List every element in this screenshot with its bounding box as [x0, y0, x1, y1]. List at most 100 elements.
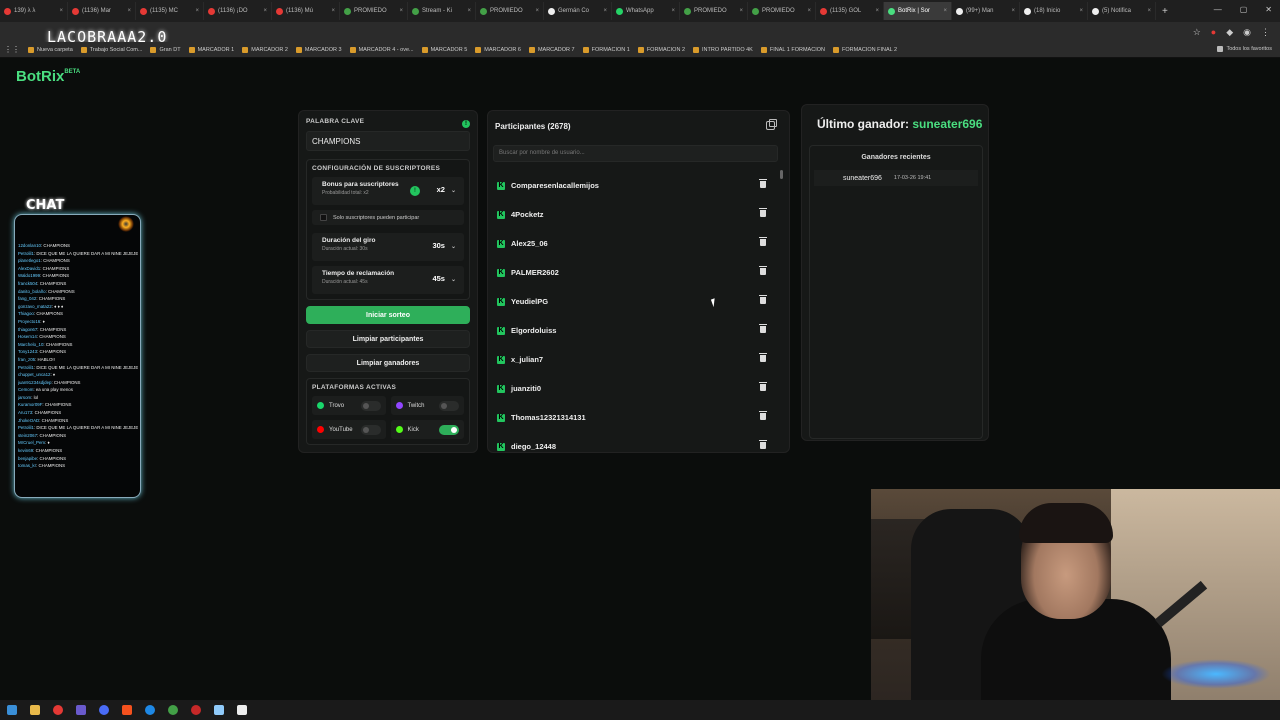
extension-icon[interactable]: ◆ [1226, 27, 1233, 38]
trash-icon[interactable] [759, 208, 767, 217]
app-icon[interactable] [99, 705, 109, 715]
bookmark-item[interactable]: Trabajo Social Com... [80, 46, 142, 53]
app-icon[interactable] [214, 705, 224, 715]
close-icon[interactable]: × [263, 8, 267, 14]
close-icon[interactable]: × [739, 8, 743, 14]
browser-tab[interactable]: WhatsApp × [612, 2, 680, 20]
subs-only-checkbox[interactable] [320, 214, 327, 221]
browser-tab[interactable]: Stream - Ki × [408, 2, 476, 20]
app-icon[interactable] [145, 705, 155, 715]
close-icon[interactable]: × [603, 8, 607, 14]
trash-icon[interactable] [759, 353, 767, 362]
platform-toggle[interactable] [360, 424, 381, 435]
bookmark-item[interactable]: FORMACION 1 [582, 46, 630, 53]
chrome-icon[interactable] [53, 705, 63, 715]
trash-icon[interactable] [759, 382, 767, 391]
close-icon[interactable]: × [1147, 8, 1151, 14]
bookmark-item[interactable]: MARCADOR 1 [188, 46, 234, 53]
bookmark-item[interactable]: FORMACION 2 [637, 46, 685, 53]
browser-tab[interactable]: (1136) Mú × [272, 2, 340, 20]
info-icon[interactable]: ! [410, 186, 420, 196]
close-window-icon[interactable]: ✕ [1265, 5, 1272, 14]
start-raffle-button[interactable]: Iniciar sorteo [306, 306, 470, 324]
trash-icon[interactable] [759, 237, 767, 246]
trash-icon[interactable] [759, 266, 767, 275]
info-icon[interactable]: ! [462, 120, 470, 128]
new-tab-button[interactable]: + [1156, 6, 1174, 17]
trash-icon[interactable] [759, 324, 767, 333]
record-icon[interactable]: ● [1211, 27, 1216, 38]
close-icon[interactable]: × [399, 8, 403, 14]
botrix-logo[interactable]: BotRixBETA [16, 68, 80, 85]
close-icon[interactable]: × [807, 8, 811, 14]
browser-tab[interactable]: (99+) Man × [952, 2, 1020, 20]
close-icon[interactable]: × [1011, 8, 1015, 14]
star-icon[interactable]: ☆ [1193, 27, 1201, 38]
clear-participants-button[interactable]: Limpiar participantes [306, 330, 470, 348]
bookmark-item[interactable]: MARCADOR 6 [475, 46, 521, 53]
bookmark-item[interactable]: MARCADOR 2 [242, 46, 288, 53]
trash-icon[interactable] [759, 295, 767, 304]
app-icon[interactable] [237, 705, 247, 715]
bookmark-item[interactable]: INTRO PARTIDO 4K [693, 46, 753, 53]
close-icon[interactable]: × [195, 8, 199, 14]
close-icon[interactable]: × [59, 8, 63, 14]
close-icon[interactable]: × [943, 8, 947, 14]
browser-tab[interactable]: PROMIEDO × [340, 2, 408, 20]
subs-bonus-select[interactable]: x2 ⌄ [437, 185, 456, 194]
browser-tab[interactable]: (1135) MC × [136, 2, 204, 20]
participant-search-input[interactable]: Buscar por nombre de usuario... [493, 145, 778, 162]
bookmark-item[interactable]: FINAL 1 FORMACION [760, 46, 825, 53]
browser-tab[interactable]: 139) λ λ × [0, 2, 68, 20]
browser-tab[interactable]: (1135) GOL × [816, 2, 884, 20]
folder-icon[interactable] [30, 705, 40, 715]
browser-tab[interactable]: (1136) ¡DO × [204, 2, 272, 20]
bookmark-item[interactable]: MARCADOR 3 [295, 46, 342, 53]
app-icon[interactable] [168, 705, 178, 715]
bookmark-item[interactable]: MARCADOR 4 - ove... [349, 46, 414, 53]
browser-tab[interactable]: PROMIEDO × [748, 2, 816, 20]
scrollbar-thumb[interactable] [780, 170, 783, 179]
platform-toggle[interactable] [439, 424, 459, 435]
claim-time-select[interactable]: 45s ⌄ [432, 274, 456, 283]
trash-icon[interactable] [759, 440, 767, 449]
all-bookmarks-button[interactable]: Todos los favoritos [1217, 46, 1272, 52]
browser-tab[interactable]: Germán Co × [544, 2, 612, 20]
browser-tab[interactable]: BotRix | Sor × [884, 2, 952, 20]
trash-icon[interactable] [759, 411, 767, 420]
browser-tab[interactable]: PROMIEDO × [680, 2, 748, 20]
close-icon[interactable]: × [875, 8, 879, 14]
clear-winners-button[interactable]: Limpiar ganadores [306, 354, 470, 372]
menu-icon[interactable]: ⋮ [1261, 27, 1270, 38]
spin-duration-select[interactable]: 30s ⌄ [432, 241, 456, 250]
close-icon[interactable]: × [127, 8, 131, 14]
keyword-input[interactable]: CHAMPIONS [306, 131, 470, 151]
close-icon[interactable]: × [535, 8, 539, 14]
copy-icon[interactable] [766, 119, 777, 130]
close-icon[interactable]: × [671, 8, 675, 14]
platform-toggle[interactable] [360, 400, 381, 411]
bookmark-item[interactable]: Gran DT [150, 46, 181, 53]
browser-tab[interactable]: (18) Inicio × [1020, 2, 1088, 20]
apps-icon[interactable]: ⋮⋮ [4, 45, 20, 54]
bookmark-item[interactable]: Nueva carpeta [28, 46, 73, 53]
subs-only-checkbox-row[interactable]: Solo suscriptores pueden participar [312, 210, 464, 225]
close-icon[interactable]: × [331, 8, 335, 14]
close-icon[interactable]: × [467, 8, 471, 14]
profile-icon[interactable]: ◉ [1243, 27, 1251, 38]
browser-tab[interactable]: PROMIEDO × [476, 2, 544, 20]
bookmark-item[interactable]: FORMACION FINAL 2 [832, 46, 897, 53]
platform-toggle[interactable] [439, 400, 459, 411]
minimize-icon[interactable]: — [1214, 5, 1222, 14]
close-icon[interactable]: × [1079, 8, 1083, 14]
app-icon[interactable] [191, 705, 201, 715]
bookmark-item[interactable]: MARCADOR 5 [421, 46, 467, 53]
app-icon[interactable] [76, 705, 86, 715]
browser-tab[interactable]: (1136) Mar × [68, 2, 136, 20]
bookmark-item[interactable]: MARCADOR 7 [528, 46, 575, 53]
windows-start-icon[interactable] [7, 705, 17, 715]
browser-tab[interactable]: (5) Notifica × [1088, 2, 1156, 20]
maximize-icon[interactable]: ▢ [1240, 5, 1248, 14]
participants-scrollbar[interactable] [780, 168, 783, 452]
trash-icon[interactable] [759, 179, 767, 188]
